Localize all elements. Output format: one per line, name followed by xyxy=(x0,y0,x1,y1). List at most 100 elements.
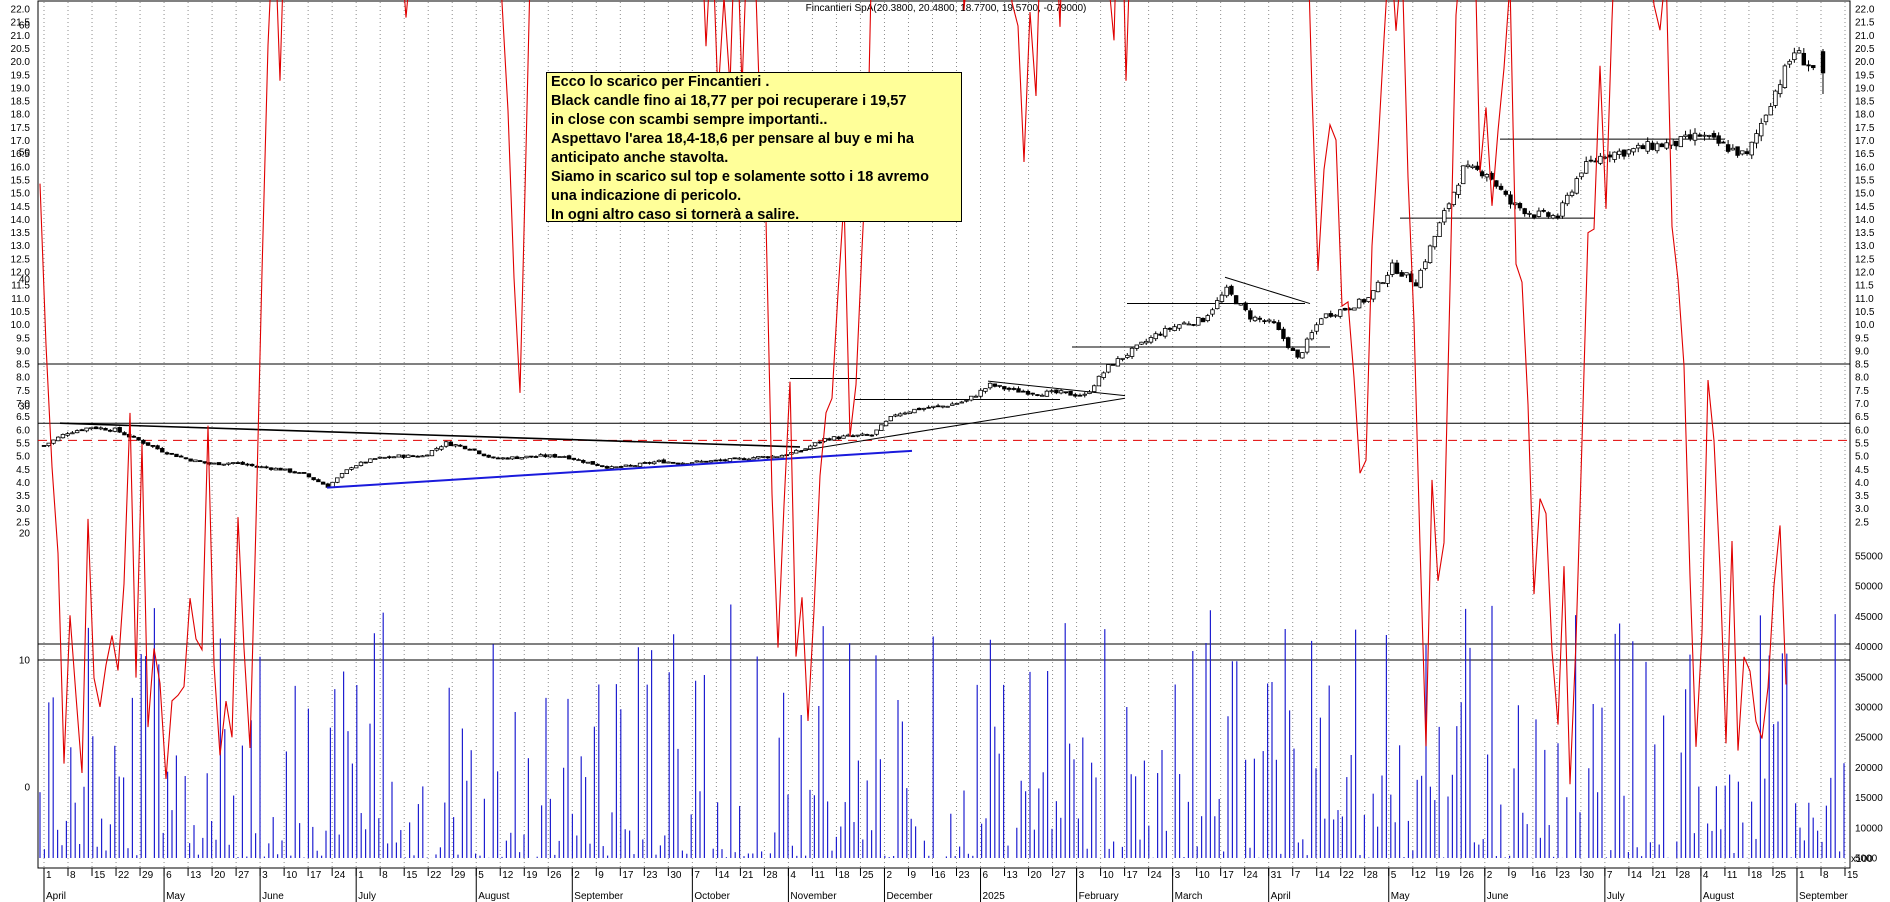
candle-body xyxy=(1361,299,1367,303)
candle-body xyxy=(420,455,425,458)
candle-body xyxy=(600,465,605,468)
price-tick-right: 20.5 xyxy=(1855,44,1875,55)
candle-body xyxy=(931,405,936,408)
price-tick-right: 5.0 xyxy=(1855,452,1869,463)
candle-body xyxy=(1588,159,1594,162)
candle-body xyxy=(245,463,250,466)
price-tick-right: 11.5 xyxy=(1855,281,1874,292)
date-tick-label: 20 xyxy=(214,870,226,881)
candle-body xyxy=(1546,212,1551,217)
candle-body xyxy=(264,466,269,469)
candle-body xyxy=(453,444,458,447)
price-tick-left: 15.5 xyxy=(11,175,31,186)
candle-body xyxy=(590,461,595,465)
month-label: September xyxy=(1799,891,1849,902)
date-tick-label: 21 xyxy=(1655,870,1667,881)
candle-body xyxy=(235,462,241,464)
candle-body xyxy=(1385,274,1390,284)
candle-body xyxy=(529,455,534,458)
price-tick-left: 7.5 xyxy=(16,386,30,397)
candle-body xyxy=(1607,154,1613,158)
candle-body xyxy=(969,395,974,401)
candle-body xyxy=(1427,245,1433,264)
candle-body xyxy=(316,479,321,483)
candle-body xyxy=(1702,134,1707,137)
date-tick-label: 4 xyxy=(1703,870,1709,881)
candle-body xyxy=(1167,327,1173,330)
price-tick-left: 6.5 xyxy=(16,412,30,423)
note-line: anticipato anche stavolta. xyxy=(551,150,729,166)
candle-body xyxy=(1522,208,1527,215)
candle-body xyxy=(524,455,529,459)
candle-body xyxy=(141,439,146,444)
candle-body xyxy=(775,456,780,459)
candle-body xyxy=(136,437,141,441)
candle-body xyxy=(448,441,454,447)
volume-tick: 30000 xyxy=(1855,703,1883,714)
candle-body xyxy=(1583,161,1589,174)
candle-body xyxy=(1536,210,1542,217)
date-tick-label: 27 xyxy=(1055,870,1067,881)
volume-scale-label: x100 xyxy=(1851,854,1873,865)
candle-body xyxy=(732,457,737,460)
price-tick-right: 21.0 xyxy=(1855,31,1875,42)
month-label: December xyxy=(886,891,933,902)
candle-body xyxy=(1442,210,1447,223)
chart-title: Fincantieri SpA(20.3800, 20.4800, 18.770… xyxy=(806,3,1087,14)
candle-body xyxy=(718,459,723,462)
candle-body xyxy=(1479,171,1485,177)
candle-body xyxy=(1077,394,1083,397)
candle-body xyxy=(987,382,993,389)
candle-body xyxy=(1404,272,1409,276)
candle-body xyxy=(1200,317,1206,323)
oscillator-tick: 30 xyxy=(19,402,31,413)
candle-body xyxy=(1446,203,1452,209)
candle-body xyxy=(793,449,799,454)
date-tick-label: 8 xyxy=(1823,870,1829,881)
candle-body xyxy=(1314,324,1319,332)
date-tick-label: 13 xyxy=(190,870,202,881)
date-tick-label: 17 xyxy=(310,870,322,881)
candle-body xyxy=(122,432,127,436)
price-tick-left: 3.5 xyxy=(16,491,30,502)
price-tick-right: 17.0 xyxy=(1855,136,1875,147)
candle-body xyxy=(1172,326,1177,331)
candle-body xyxy=(1725,144,1731,152)
price-tick-left: 20.5 xyxy=(11,44,31,55)
candle-body xyxy=(65,433,70,436)
date-tick-label: 22 xyxy=(1343,870,1355,881)
candle-body xyxy=(41,445,47,447)
volume-tick: 50000 xyxy=(1855,582,1883,593)
date-tick-label: 10 xyxy=(286,870,298,881)
candle-body xyxy=(301,472,307,474)
candle-body xyxy=(618,466,624,468)
candle-body xyxy=(74,430,80,434)
candle-body xyxy=(723,459,728,462)
candle-body xyxy=(150,445,156,447)
candle-body xyxy=(292,471,297,474)
candle-body xyxy=(1233,295,1239,305)
price-tick-left: 17.0 xyxy=(11,136,31,147)
candle-body xyxy=(391,456,397,459)
candle-body xyxy=(661,459,666,464)
candle-body xyxy=(188,458,193,462)
candle-body xyxy=(93,426,99,430)
candle-body xyxy=(505,457,510,460)
candle-body xyxy=(1645,141,1650,152)
candle-body xyxy=(283,468,288,471)
candle-body xyxy=(964,399,969,402)
date-tick-label: 26 xyxy=(550,870,562,881)
candle-body xyxy=(273,467,279,471)
candle-body xyxy=(1323,313,1329,319)
price-tick-right: 6.0 xyxy=(1855,425,1869,436)
date-tick-label: 28 xyxy=(1679,870,1691,881)
price-tick-right: 5.5 xyxy=(1855,438,1869,449)
candle-body xyxy=(704,460,709,463)
price-tick-right: 2.5 xyxy=(1855,517,1869,528)
candle-body xyxy=(860,433,865,436)
volume-axis: 5000100001500020000250003000035000400004… xyxy=(1851,552,1883,866)
candle-body xyxy=(335,477,340,483)
candle-body xyxy=(1196,316,1201,326)
candle-body xyxy=(552,454,558,458)
price-tick-right: 8.0 xyxy=(1855,373,1869,384)
